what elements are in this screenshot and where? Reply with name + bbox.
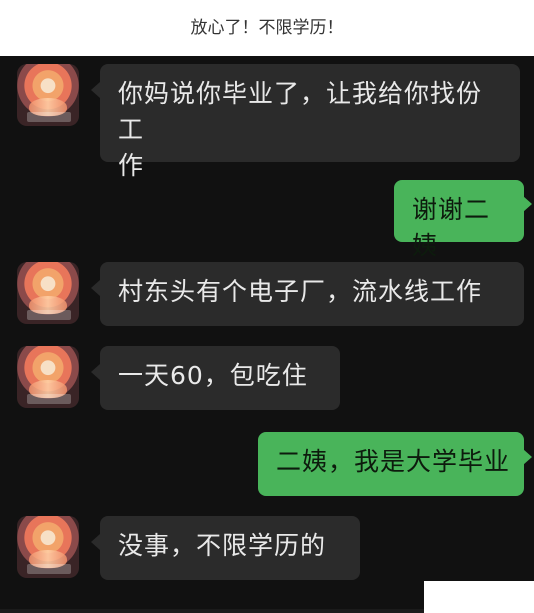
message-bubble-outgoing[interactable]: 二姨，我是大学毕业 — [258, 432, 524, 496]
lotus-avatar-icon[interactable] — [17, 262, 79, 324]
message-bubble-outgoing[interactable]: 谢谢二姨 — [394, 180, 524, 260]
message-bubble[interactable]: 没事，不限学历的 — [100, 516, 360, 580]
lotus-avatar-icon[interactable] — [17, 64, 79, 126]
lotus-avatar-icon[interactable] — [17, 346, 79, 408]
message-bubble[interactable]: 一天60，包吃住 — [100, 346, 340, 410]
image-corner — [424, 581, 534, 613]
lotus-avatar-icon[interactable] — [17, 516, 79, 578]
message-bubble[interactable]: 村东头有个电子厂，流水线工作 — [100, 262, 524, 326]
message-bubble[interactable]: 你妈说你毕业了，让我给你找份工 作 — [100, 64, 520, 180]
chat-screenshot: 你妈说你毕业了，让我给你找份工 作 谢谢二姨 村东头有个电子厂，流水线工作 一天… — [0, 56, 534, 613]
chat-bottom-edge — [0, 609, 424, 613]
post-caption: 放心了！不限学历！ — [0, 0, 534, 56]
